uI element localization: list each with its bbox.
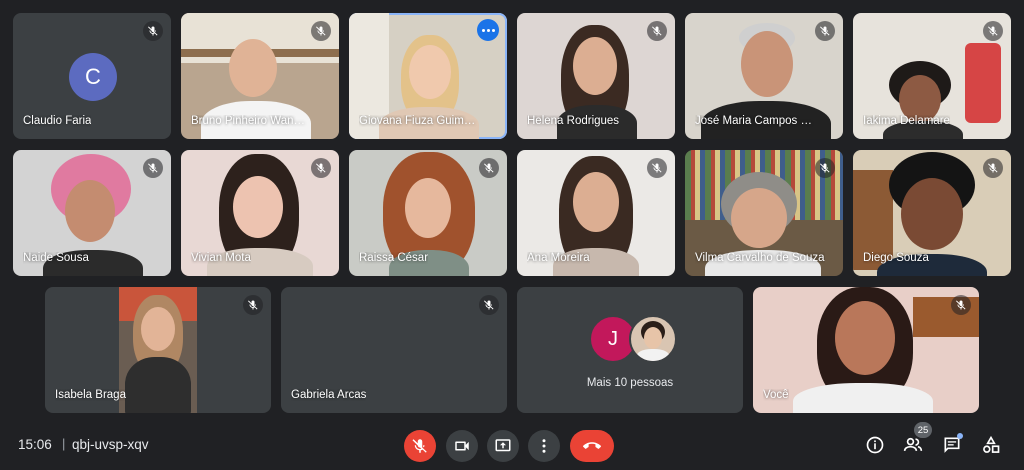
- participant-name: Helena Rodrigues: [527, 115, 620, 127]
- mic-off-icon: [311, 158, 331, 178]
- mic-off-icon: [479, 158, 499, 178]
- face: [573, 172, 619, 232]
- camera-icon: [455, 441, 469, 451]
- face: [731, 188, 787, 248]
- participant-name: Bruno Pinheiro Wander…: [191, 115, 310, 127]
- shirt: [793, 383, 933, 413]
- info-icon: [866, 436, 884, 454]
- participant-name: José Maria Campos Li…: [695, 115, 814, 127]
- participant-tile[interactable]: Helena Rodrigues: [517, 13, 675, 139]
- participant-name: Isabela Braga: [55, 389, 126, 401]
- avatar: [629, 315, 677, 363]
- mic-off-icon: [143, 158, 163, 178]
- unread-indicator: [957, 433, 963, 439]
- face: [65, 180, 115, 242]
- more-options-button[interactable]: [528, 430, 560, 462]
- participant-name: Vivian Mota: [191, 252, 251, 264]
- toggle-camera-button[interactable]: [446, 430, 478, 462]
- mic-off-icon: [815, 21, 835, 41]
- mic-off-icon: [143, 21, 163, 41]
- participant-name: Iakima Delamare: [863, 115, 950, 127]
- participant-name: Vilma Carvalho de Souza: [695, 252, 825, 264]
- participant-tile[interactable]: Bruno Pinheiro Wander…: [181, 13, 339, 139]
- face: [573, 37, 617, 95]
- mic-off-icon: [983, 21, 1003, 41]
- mic-off-icon: [647, 158, 667, 178]
- present-screen-button[interactable]: [487, 430, 519, 462]
- participant-tile[interactable]: José Maria Campos Li…: [685, 13, 843, 139]
- bottom-toolbar: 15:06 | qbj-uvsp-xqv 25: [0, 420, 1024, 470]
- face: [741, 31, 793, 97]
- participant-name: Giovana Fiuza Guimarã…: [359, 115, 478, 127]
- mic-off-icon: [311, 21, 331, 41]
- self-tile[interactable]: Você: [753, 287, 979, 413]
- red-bag: [965, 43, 1001, 123]
- video-feed: [119, 287, 197, 413]
- people-icon: [903, 437, 923, 451]
- participant-name: Raissa César: [359, 252, 429, 264]
- participant-tile-active[interactable]: Giovana Fiuza Guimarã…: [349, 13, 507, 139]
- face: [233, 176, 283, 238]
- mic-off-icon: [479, 295, 499, 315]
- people-count-badge: 25: [914, 422, 932, 438]
- participant-tile[interactable]: C Claudio Faria: [13, 13, 171, 139]
- shapes-icon: [983, 435, 1000, 453]
- mic-off-icon: [815, 158, 835, 178]
- participant-tile[interactable]: Ana Moreira: [517, 150, 675, 276]
- meeting-code: qbj-uvsp-xqv: [72, 437, 149, 452]
- mic-off-icon: [983, 158, 1003, 178]
- participant-name: Naide Sousa: [23, 252, 89, 264]
- participant-tile[interactable]: Naide Sousa: [13, 150, 171, 276]
- avatar: C: [69, 53, 117, 101]
- activities-button[interactable]: [980, 434, 1002, 456]
- clock: 15:06: [18, 437, 52, 452]
- meeting-details-button[interactable]: [864, 434, 886, 456]
- more-participants-tile[interactable]: J Mais 10 pessoas: [517, 287, 743, 413]
- participant-tile[interactable]: Iakima Delamare: [853, 13, 1011, 139]
- separator: |: [62, 436, 66, 451]
- face: [901, 178, 963, 250]
- face: [409, 45, 451, 99]
- participant-name: Ana Moreira: [527, 252, 590, 264]
- participant-tile[interactable]: Gabriela Arcas: [281, 287, 507, 413]
- mic-off-icon: [951, 295, 971, 315]
- present-icon: [495, 439, 511, 452]
- face: [835, 301, 895, 375]
- face: [229, 39, 277, 97]
- participant-tile[interactable]: Vivian Mota: [181, 150, 339, 276]
- participant-tile[interactable]: Vilma Carvalho de Souza: [685, 150, 843, 276]
- participant-name: Claudio Faria: [23, 115, 92, 127]
- hang-up-icon: [583, 442, 601, 449]
- mic-off-icon: [412, 439, 427, 453]
- more-options-button[interactable]: [477, 19, 499, 41]
- participant-name: Você: [763, 389, 789, 401]
- face: [405, 178, 451, 238]
- toggle-mic-button[interactable]: [404, 430, 436, 462]
- participant-tile[interactable]: Isabela Braga: [45, 287, 271, 413]
- mic-off-icon: [647, 21, 667, 41]
- participant-name: Gabriela Arcas: [291, 389, 367, 401]
- leave-call-button[interactable]: [570, 430, 614, 462]
- more-participants-label: Mais 10 pessoas: [586, 377, 674, 389]
- participant-name: Diego Souza: [863, 252, 929, 264]
- mic-off-icon: [243, 295, 263, 315]
- participant-tile[interactable]: Raissa César: [349, 150, 507, 276]
- participant-tile[interactable]: Diego Souza: [853, 150, 1011, 276]
- more-vert-icon: [542, 439, 546, 453]
